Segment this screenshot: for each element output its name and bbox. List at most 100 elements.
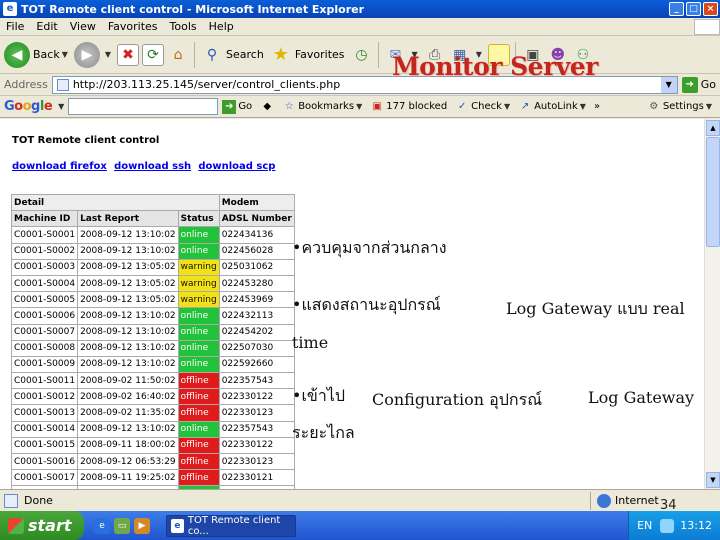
cell-last-report: 2008-09-12 13:10:02 — [77, 323, 179, 341]
popup-blocked-icon: ▣ — [372, 101, 382, 112]
cell-adsl-number: 022453969 — [218, 291, 295, 309]
cell-last-report: 2008-09-12 06:53:29 — [77, 452, 179, 471]
gear-icon: ⚙ — [649, 101, 659, 112]
status-bar: Done Internet — [0, 489, 720, 511]
cell-last-report: 2008-09-12 13:10:02 — [77, 307, 179, 325]
globe-icon — [597, 493, 611, 508]
chevron-down-icon[interactable]: ▼ — [706, 102, 712, 111]
stop-icon[interactable]: ✖ — [117, 43, 140, 66]
media-icon[interactable]: ▶ — [134, 517, 150, 534]
cell-last-report: 2008-09-12 13:10:02 — [77, 355, 179, 374]
minimize-button[interactable]: _ — [669, 2, 684, 16]
cell-status: offline — [177, 452, 220, 471]
ie-logo-icon: e — [3, 2, 17, 16]
cell-adsl-number: 022330122 — [218, 436, 295, 455]
zone-label: Internet — [615, 494, 659, 507]
vertical-scrollbar[interactable]: ▲ ▼ — [704, 119, 720, 489]
star-icon: ★ — [272, 44, 289, 65]
cell-status: online — [177, 323, 220, 341]
spellcheck-button[interactable]: ✓ Check ▼ — [455, 100, 510, 114]
menu-help[interactable]: Help — [203, 20, 240, 33]
back-button[interactable]: ◀ Back ▼ — [4, 41, 68, 68]
cell-adsl-number: 022357543 — [218, 372, 295, 390]
ie-quicklaunch-icon[interactable]: e — [94, 517, 110, 534]
menu-file[interactable]: File — [0, 20, 30, 33]
go-arrow-icon: ➜ — [222, 99, 237, 114]
toolbar-separator — [377, 41, 379, 68]
chevron-down-icon[interactable]: ▼ — [356, 102, 362, 111]
cell-last-report: 2008-09-02 16:40:02 — [77, 388, 179, 406]
autolink-button[interactable]: ↗ AutoLink ▼ — [518, 100, 586, 114]
cell-status: offline — [177, 404, 220, 422]
download-firefox-link[interactable]: download firefox — [12, 161, 107, 172]
windows-logo-icon — [694, 18, 720, 35]
download-ssh-link[interactable]: download ssh — [114, 161, 191, 172]
scroll-thumb[interactable] — [706, 137, 720, 247]
cell-status: warning — [177, 274, 220, 293]
scroll-down-icon[interactable]: ▼ — [706, 472, 720, 488]
table-row: C0001-S0003 2008-09-12 13:05:02 warning 025… — [10, 258, 295, 276]
cell-machine-id: C0001-S0017 — [10, 469, 79, 487]
settings-button[interactable]: ⚙ Settings ▼ — [647, 100, 712, 114]
menu-favorites[interactable]: Favorites — [102, 20, 164, 33]
chevron-down-icon[interactable]: ▼ — [504, 102, 510, 111]
address-bar: Address http://203.113.25.145/server/con… — [0, 74, 720, 96]
table-row: C0001-S0006 2008-09-12 13:10:02 online 0224… — [10, 307, 295, 325]
cell-machine-id: C0001-S0013 — [10, 404, 79, 422]
cell-last-report: 2008-09-12 13:05:02 — [77, 274, 179, 293]
start-button[interactable]: start — [0, 511, 84, 540]
table-row: C0001-S0007 2008-09-12 13:10:02 online 0224… — [10, 323, 295, 341]
more-chevron[interactable]: » — [594, 101, 600, 112]
taskbar-item-ie[interactable]: e TOT Remote client co... — [166, 514, 296, 537]
bullet-central-control: •ควบคุมจากส่วนกลาง — [292, 238, 447, 257]
google-search-input[interactable] — [68, 98, 219, 115]
table-row: C0001-S0013 2008-09-02 11:35:02 offline 022… — [10, 404, 295, 422]
page-icon — [56, 78, 69, 91]
cell-last-report: 2008-09-11 18:00:02 — [77, 436, 179, 455]
home-icon[interactable]: ⌂ — [167, 44, 189, 66]
bullet-show-status: •แสดงสถานะอุปกรณ์ — [292, 295, 441, 314]
cell-machine-id: C0001-S0007 — [10, 323, 79, 341]
table-row: C0001-S0001 2008-09-12 13:10:02 online 0224… — [10, 226, 295, 244]
menu-edit[interactable]: Edit — [30, 20, 63, 33]
table-row: C0001-S0002 2008-09-12 13:10:02 online 0224… — [10, 242, 295, 260]
chevron-down-icon[interactable]: ▼ — [580, 102, 586, 111]
desktop-icon[interactable]: ▭ — [114, 517, 130, 534]
language-indicator[interactable]: EN — [637, 519, 652, 532]
favorites-button[interactable]: ★ Favorites — [270, 44, 345, 66]
table-row: C0001-S0012 2008-09-02 16:40:02 offline 022… — [10, 388, 295, 406]
google-logo[interactable]: Google — [4, 99, 53, 114]
cell-status: online — [177, 226, 220, 244]
google-go-button[interactable]: ➜ Go — [222, 99, 252, 114]
history-icon[interactable]: ◷ — [351, 44, 373, 66]
bookmarks-button[interactable]: ☆ Bookmarks ▼ — [282, 100, 363, 114]
scroll-up-icon[interactable]: ▲ — [706, 120, 720, 136]
menu-view[interactable]: View — [64, 20, 102, 33]
cell-machine-id: C0001-S0009 — [10, 355, 79, 374]
cell-status: offline — [177, 436, 220, 455]
download-scp-link[interactable]: download scp — [198, 161, 275, 172]
bullet-show-status-time: time — [292, 333, 329, 352]
refresh-icon[interactable]: ⟳ — [142, 43, 165, 66]
chevron-down-icon[interactable]: ▼ — [58, 102, 64, 111]
close-button[interactable]: × — [703, 2, 718, 16]
chevron-down-icon[interactable]: ▼ — [62, 50, 68, 59]
menu-tools[interactable]: Tools — [164, 20, 203, 33]
search-button[interactable]: ⚲ Search — [201, 44, 264, 66]
chevron-down-icon[interactable]: ▼ — [660, 76, 677, 93]
autolink-icon: ↗ — [520, 101, 530, 112]
cell-machine-id: C0001-S0016 — [10, 452, 79, 471]
cell-last-report: 2008-09-02 11:35:02 — [77, 404, 179, 422]
network-icon[interactable] — [660, 518, 675, 533]
toolbar-option-icon[interactable]: ◆ — [260, 100, 274, 114]
toolbar-separator — [194, 41, 196, 68]
cell-adsl-number: 022357543 — [218, 420, 295, 438]
forward-button[interactable]: ▶ ▼ — [73, 41, 111, 68]
download-links: download firefox download ssh download s… — [12, 161, 279, 172]
chevron-down-icon[interactable]: ▼ — [105, 50, 111, 59]
go-button[interactable]: ➜ Go — [681, 76, 716, 93]
table-body: C0001-S0001 2008-09-12 13:10:02 online 0224… — [10, 226, 295, 489]
cell-adsl-number: 022453280 — [218, 274, 295, 293]
maximize-button[interactable]: □ — [686, 2, 701, 16]
popup-blocker-button[interactable]: ▣ 177 blocked — [370, 100, 447, 114]
